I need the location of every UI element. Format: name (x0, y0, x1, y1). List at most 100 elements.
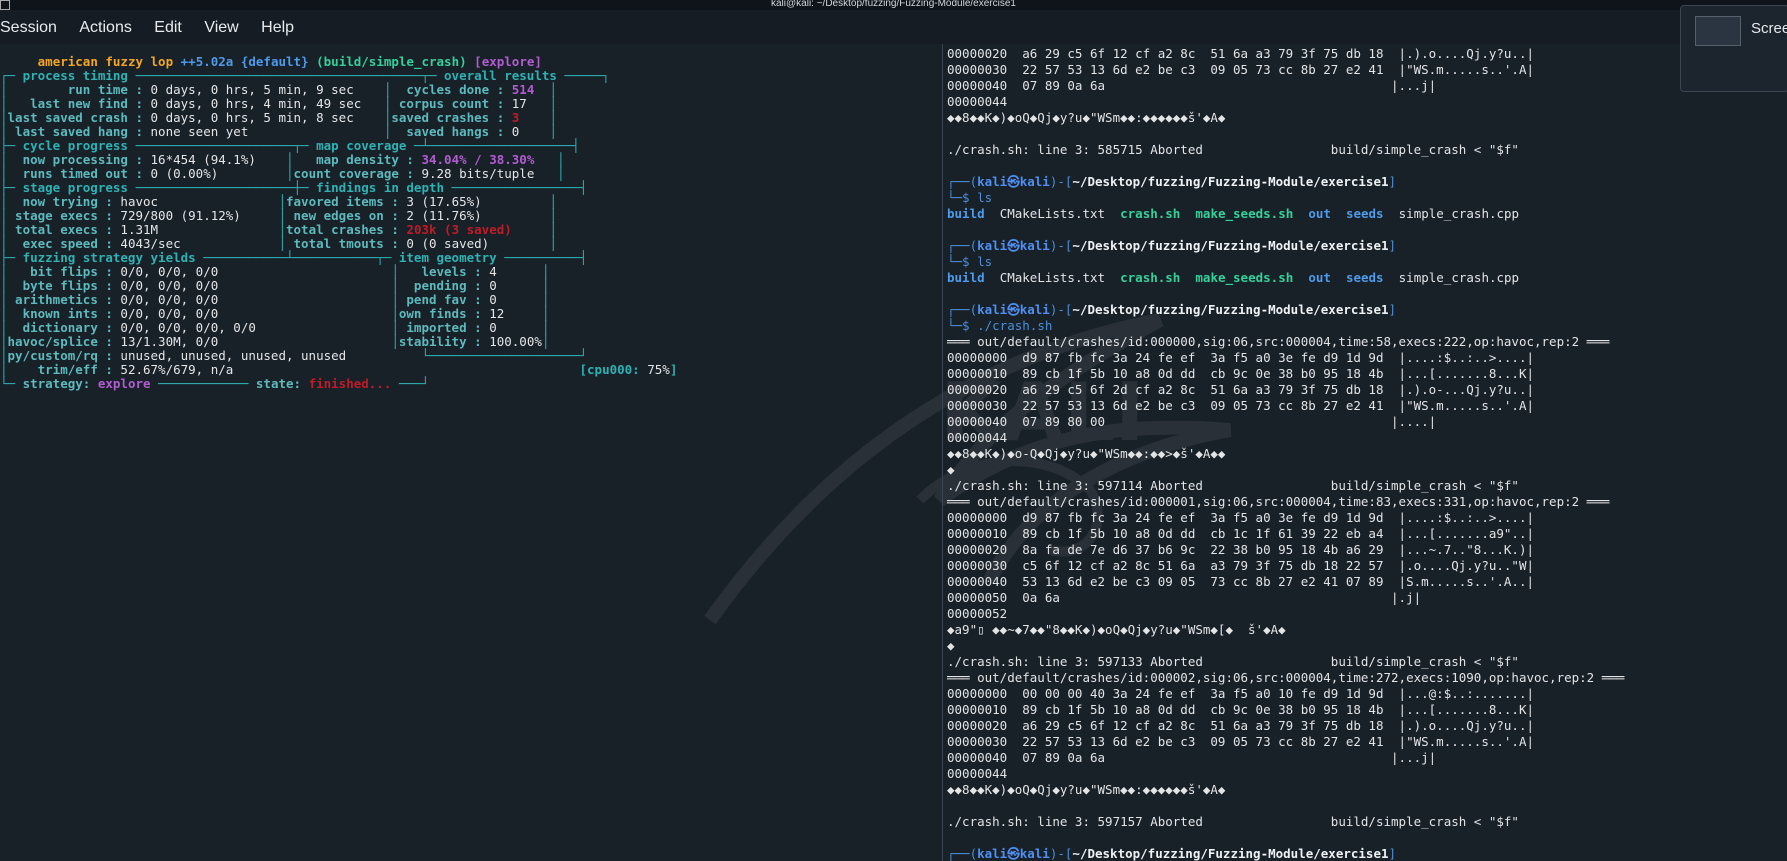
text-fragment: │ (391, 292, 399, 307)
overall-results-label: corpus count : (391, 96, 505, 111)
terminal-output-line: ═══ out/default/crashes/id:000001,sig:06… (947, 494, 1610, 509)
terminal-output-line: 00000010 89 cb 1f 5b 10 a8 0d dd cb 9c 0… (947, 366, 1534, 381)
overall-results-label: saved hangs : (391, 124, 505, 139)
item-geometry-label: own finds : (398, 306, 482, 321)
menu-session[interactable]: Session (0, 10, 57, 37)
section-stage-progress: stage progress (22, 180, 128, 195)
state-label: state: (255, 376, 309, 391)
afl-instance: {default} (233, 54, 317, 69)
prompt-frame: ┌──( (947, 238, 978, 253)
terminal-output-line: ◆◆8◆◆K◆)◆oQ◆Qj◆y?u◆"WSm◆◆:◆◆◆◆◆◆š'◆A◆ (947, 782, 1226, 797)
terminal-output-line: 00000044 (947, 766, 1008, 781)
ls-entry: seeds (1345, 206, 1384, 221)
text-fragment: │ (0, 82, 8, 97)
text-fragment: │ (391, 278, 399, 293)
map-coverage-label: count coverage : (293, 166, 414, 181)
strategy-yield-label: bit flips : (7, 264, 113, 279)
ls-entry: seeds (1345, 270, 1384, 285)
text-fragment: │ (549, 222, 557, 237)
stage-progress-value: havoc (112, 194, 279, 209)
ls-entry: make_seeds.sh (1195, 270, 1294, 285)
section-overall-results: overall results (444, 68, 557, 83)
overall-results-value: 3 (504, 110, 550, 125)
ls-entry: make_seeds.sh (1195, 206, 1294, 221)
strategy-yield-label: havoc/splice : (7, 334, 113, 349)
prompt-frame: ] (1388, 302, 1397, 317)
text-fragment: │ (391, 320, 399, 335)
menu-edit[interactable]: Edit (154, 10, 182, 37)
afl-target: (build/simple_crash) (316, 54, 475, 69)
stage-progress-value: 729/800 (91.12%) (112, 208, 279, 223)
strategy-yield-label: arithmetics : (7, 292, 113, 307)
section-map-coverage: map coverage (316, 138, 407, 153)
screenshot-notification-label: Scree (1751, 20, 1787, 37)
text-fragment: ───┘ (391, 376, 430, 391)
terminal-output-line: 00000030 22 57 53 13 6d e2 be c3 09 05 7… (947, 398, 1534, 413)
terminal-output-line: ═══ out/default/crashes/id:000002,sig:06… (947, 670, 1625, 685)
ls-gap (1331, 206, 1346, 221)
ls-entry: build (947, 206, 985, 221)
ls-entry: crash.sh (1120, 270, 1181, 285)
prompt-path: ~/Desktop/fuzzing/Fuzzing-Module/exercis… (1072, 846, 1389, 861)
prompt-frame: )-[ (1049, 302, 1073, 317)
prompt-frame: ] (1388, 238, 1397, 253)
text-fragment: └─ (0, 376, 23, 391)
text-fragment: │ (391, 334, 399, 349)
screenshot-notification[interactable]: Scree (1680, 5, 1787, 92)
item-geometry-value: 0 (481, 320, 542, 335)
item-geometry-label: levels : (398, 264, 482, 279)
findings-label: favored items : (286, 194, 399, 209)
item-geometry-label: imported : (398, 320, 482, 335)
terminal-output-line: 00000040 07 89 0a 6a |...j| (947, 750, 1437, 765)
item-geometry-value: 0 (481, 292, 542, 307)
text-fragment: ─┴───────────────────┤ (406, 138, 580, 153)
text-fragment: └────────────────────┘ (391, 348, 588, 363)
prompt-at-icon: ㉿ (1007, 846, 1020, 861)
prompt-frame: └─$ (947, 254, 978, 269)
strategy-yield-value: 0/0, 0/0, 0/0, 0/0 (112, 320, 392, 335)
process-timing-value: none seen yet (143, 124, 384, 139)
ls-entry: simple_crash.cpp (1398, 206, 1520, 221)
text-fragment: │ (0, 334, 8, 349)
text-fragment: │ (0, 96, 8, 111)
findings-value: 0 (0 saved) (398, 236, 550, 251)
terminal-output-line: 00000052 (947, 606, 1008, 621)
split-divider[interactable] (942, 44, 943, 861)
text-fragment: │ (556, 166, 565, 181)
terminal-output-line: ◆◆8◆◆K◆)◆o-Q◆Qj◆y?u◆"WSm◆◆:◆◆>◆š'◆A◆◆ (947, 446, 1226, 461)
section-cycle-progress: cycle progress (22, 138, 128, 153)
text-fragment: │ (0, 166, 8, 181)
menu-help[interactable]: Help (261, 10, 294, 37)
text-fragment: │ (541, 292, 550, 307)
ls-gap (1180, 206, 1195, 221)
terminal-output-line: ═══ out/default/crashes/id:000000,sig:06… (947, 334, 1610, 349)
menu-actions[interactable]: Actions (79, 10, 131, 37)
terminal-output-line: ◆ (947, 638, 955, 653)
item-geometry-label: stability : (398, 334, 482, 349)
ls-gap (1105, 270, 1120, 285)
terminal-output-line: 00000030 22 57 53 13 6d e2 be c3 09 05 7… (947, 734, 1534, 749)
text-fragment: │ (0, 124, 8, 139)
menu-view[interactable]: View (204, 10, 238, 37)
ls-gap (985, 270, 1000, 285)
text-fragment: │ (0, 152, 8, 167)
afl-version: ++5.02a (180, 54, 234, 69)
prompt-at-icon: ㉿ (1007, 302, 1020, 317)
findings-label: new edges on : (286, 208, 399, 223)
text-fragment: │ (0, 362, 8, 377)
text-fragment: │ (549, 236, 557, 251)
afl-frame-bottom: └─ strategy: explore ──────────── state:… (0, 376, 429, 392)
text-fragment: │ (0, 320, 8, 335)
terminal-output-line: ◆a9"▯ ◆◆~◆7◆◆"8◆◆K◆)◆oQ◆Qj◆y?u◆"WSm◆[◆ š… (947, 622, 1286, 637)
state-value: finished... (308, 376, 392, 391)
stage-progress-label: stage execs : (7, 208, 113, 223)
strategy-yield-label: trim/eff : (7, 362, 113, 377)
ls-gap (1293, 270, 1308, 285)
overall-results-value: 514 (504, 82, 550, 97)
prompt-host: kali (1019, 302, 1050, 317)
terminal-pane[interactable]: 00000020 a6 29 c5 6f 12 cf a2 8c 51 6a a… (945, 44, 1787, 861)
ls-entry: crash.sh (1120, 206, 1181, 221)
terminal-output-line: 00000040 53 13 6d e2 be c3 09 05 73 cc 8… (947, 574, 1534, 589)
stage-progress-value: 1.31M (112, 222, 279, 237)
shell-command: └─$ ls (947, 254, 992, 270)
